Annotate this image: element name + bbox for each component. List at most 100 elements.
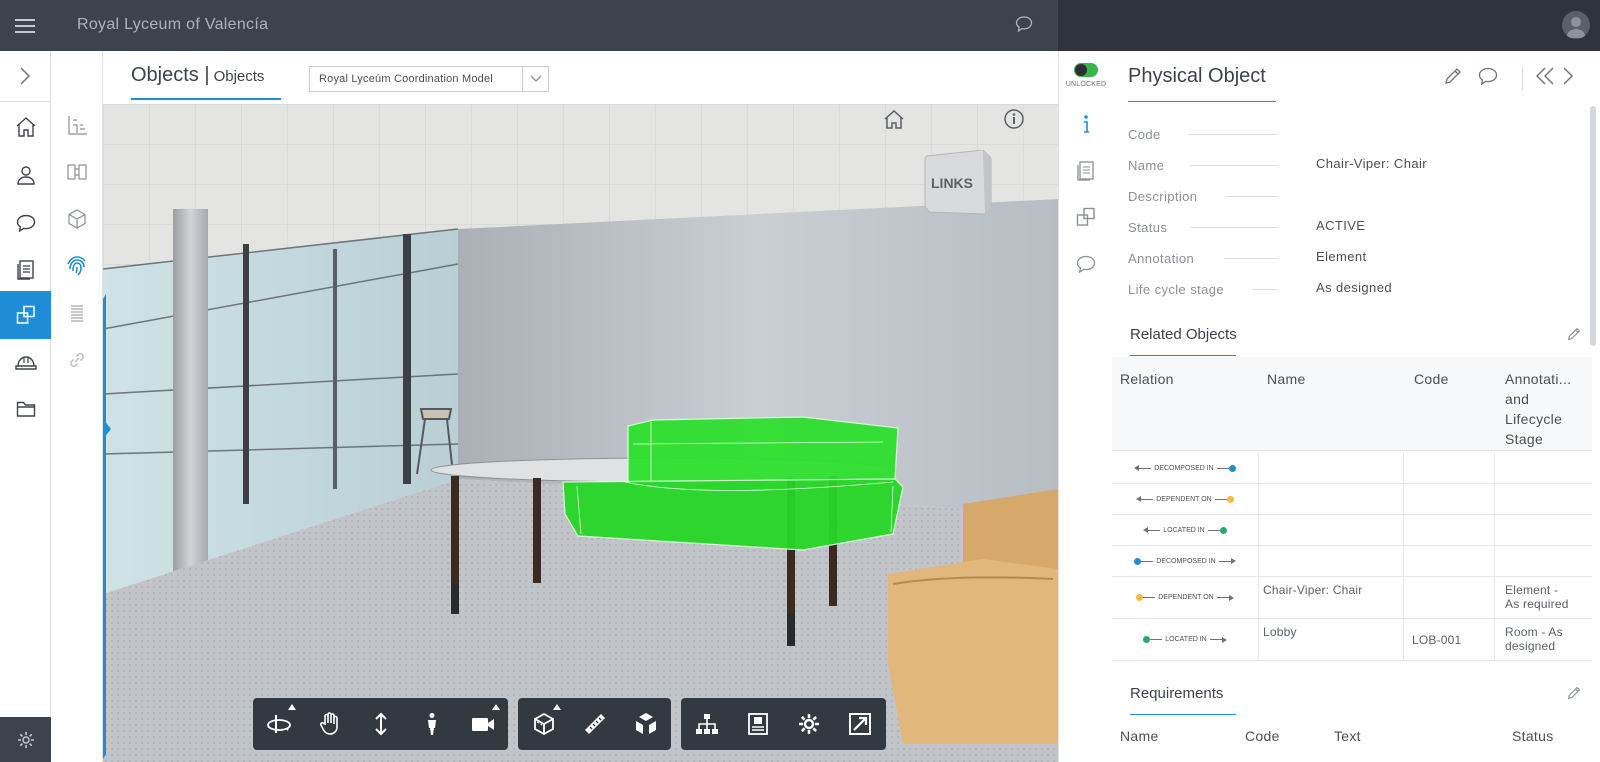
properties-list: Code Name Chair-Viper: Chair Description … bbox=[1128, 119, 1568, 305]
col-name[interactable]: Name bbox=[1267, 369, 1306, 389]
objects-tab-icon[interactable] bbox=[1059, 194, 1113, 240]
home-view-icon[interactable] bbox=[883, 109, 905, 135]
settings-gear-icon[interactable] bbox=[0, 717, 51, 762]
row-code bbox=[1404, 546, 1495, 576]
pan-hand-icon[interactable] bbox=[304, 698, 355, 750]
user-icon[interactable] bbox=[0, 151, 51, 199]
info-icon[interactable] bbox=[1003, 108, 1025, 135]
edit-pencil-icon[interactable] bbox=[1444, 67, 1478, 90]
chevron-down-icon[interactable] bbox=[522, 67, 548, 91]
3d-model-viewer[interactable]: LINKS bbox=[103, 104, 1058, 762]
properties-panel-icon[interactable] bbox=[732, 698, 783, 750]
explode-cubes-icon[interactable] bbox=[620, 698, 671, 750]
objects-icon[interactable] bbox=[0, 291, 51, 339]
list-lines-icon[interactable] bbox=[51, 293, 102, 333]
related-edit-pencil-icon[interactable] bbox=[1567, 327, 1581, 346]
fullscreen-icon[interactable] bbox=[835, 698, 886, 750]
row-annotation: Element - As required bbox=[1495, 577, 1592, 618]
relation-label: DEPENDENT ON bbox=[1156, 495, 1212, 503]
req-col-name[interactable]: Name bbox=[1120, 728, 1159, 744]
info-tab-icon[interactable] bbox=[1059, 101, 1113, 147]
helmet-icon[interactable] bbox=[0, 338, 51, 386]
table-row[interactable]: LOCATED IN bbox=[1112, 515, 1592, 546]
col-annotation-line3: Lifecycle bbox=[1505, 411, 1563, 427]
relation-label: DECOMPOSED IN bbox=[1154, 464, 1214, 472]
user-avatar[interactable] bbox=[1562, 11, 1590, 39]
lock-toggle[interactable] bbox=[1074, 63, 1098, 77]
prop-value: Element bbox=[1316, 249, 1367, 264]
3d-cube-icon[interactable] bbox=[51, 199, 102, 239]
col-annotation-line1: Annotati... bbox=[1505, 371, 1572, 387]
chat-bubble-icon[interactable] bbox=[1015, 16, 1033, 37]
prop-label: Status bbox=[1128, 220, 1168, 235]
relation-badge: DEPENDENT ON bbox=[1136, 594, 1234, 601]
col-annotation[interactable]: Annotati... and Lifecycle Stage bbox=[1505, 369, 1571, 449]
table-row[interactable]: DECOMPOSED IN bbox=[1112, 453, 1592, 484]
table-row[interactable]: DECOMPOSED IN bbox=[1112, 546, 1592, 577]
col-relation[interactable]: Relation bbox=[1120, 369, 1174, 389]
req-col-text[interactable]: Text bbox=[1334, 728, 1361, 744]
next-chevron-icon[interactable] bbox=[1562, 67, 1582, 90]
page-title: Objects | Objects bbox=[131, 64, 265, 86]
related-objects-underline bbox=[1130, 355, 1236, 356]
hamburger-menu-icon[interactable] bbox=[0, 0, 50, 51]
camera-icon[interactable] bbox=[457, 698, 508, 750]
documents-tab-icon[interactable] bbox=[1059, 148, 1113, 194]
req-col-status[interactable]: Status bbox=[1512, 728, 1554, 744]
row-annotation-line2: As required bbox=[1505, 597, 1569, 611]
relation-label: DECOMPOSED IN bbox=[1156, 557, 1216, 565]
compare-icon[interactable] bbox=[51, 152, 102, 192]
row-annotation bbox=[1495, 515, 1592, 545]
page-title-main: Objects bbox=[131, 64, 199, 86]
documents-icon[interactable] bbox=[0, 246, 51, 294]
col-code[interactable]: Code bbox=[1414, 369, 1449, 389]
navigation-toolbar bbox=[253, 698, 508, 750]
home-icon[interactable] bbox=[0, 103, 51, 151]
requirements-title: Requirements bbox=[1130, 685, 1224, 702]
expand-chevron-icon[interactable] bbox=[0, 51, 50, 102]
relation-label: LOCATED IN bbox=[1163, 526, 1205, 534]
model-select-dropdown[interactable]: Royal Lyceúm Coordination Model bbox=[309, 66, 549, 92]
folder-icon[interactable] bbox=[0, 385, 51, 433]
table-row[interactable]: LOCATED IN Lobby LOB-001 Room - As desig… bbox=[1112, 619, 1592, 661]
measure-ruler-icon[interactable] bbox=[569, 698, 620, 750]
relation-badge: DEPENDENT ON bbox=[1136, 495, 1234, 503]
3d-scene[interactable] bbox=[103, 104, 1058, 762]
tools-toolbar bbox=[681, 698, 886, 750]
prop-code: Code bbox=[1128, 119, 1568, 150]
table-row[interactable]: DEPENDENT ON Chair-Viper: Chair Element … bbox=[1112, 577, 1592, 619]
section-box-icon[interactable] bbox=[518, 698, 569, 750]
row-name[interactable]: Chair-Viper: Chair bbox=[1259, 577, 1404, 618]
row-annotation bbox=[1495, 453, 1592, 483]
related-objects-title: Related Objects bbox=[1130, 326, 1237, 343]
hierarchy-tree-icon[interactable] bbox=[51, 105, 102, 145]
fingerprint-icon[interactable] bbox=[51, 246, 102, 286]
top-bar-right bbox=[1058, 0, 1600, 51]
row-name bbox=[1259, 453, 1404, 483]
col-annotation-line4: Stage bbox=[1505, 431, 1544, 447]
prop-lifecycle-stage: Life cycle stage As designed bbox=[1128, 274, 1568, 305]
col-annotation-line2: and bbox=[1505, 391, 1530, 407]
main-navigation-rail bbox=[0, 51, 51, 762]
row-name[interactable]: Lobby bbox=[1259, 619, 1404, 660]
row-name bbox=[1259, 515, 1404, 545]
panel-scrollbar[interactable] bbox=[1590, 106, 1596, 346]
row-code bbox=[1404, 515, 1495, 545]
view-cube[interactable]: LINKS bbox=[923, 149, 993, 221]
chat-icon[interactable] bbox=[0, 199, 51, 247]
comment-icon[interactable] bbox=[1478, 67, 1522, 90]
model-select-value: Royal Lyceúm Coordination Model bbox=[319, 73, 493, 85]
walk-person-icon[interactable] bbox=[406, 698, 457, 750]
settings-gear-tool-icon[interactable] bbox=[784, 698, 835, 750]
comments-tab-icon[interactable] bbox=[1059, 241, 1113, 287]
relation-badge: LOCATED IN bbox=[1143, 526, 1227, 534]
link-chain-icon[interactable] bbox=[51, 340, 102, 380]
prop-value: As designed bbox=[1316, 280, 1392, 295]
req-col-code[interactable]: Code bbox=[1245, 728, 1280, 744]
table-row[interactable]: DEPENDENT ON bbox=[1112, 484, 1592, 515]
model-tree-icon[interactable] bbox=[681, 698, 732, 750]
collapse-double-chevron-icon[interactable] bbox=[1522, 67, 1558, 90]
zoom-vertical-icon[interactable] bbox=[355, 698, 406, 750]
orbit-icon[interactable] bbox=[253, 698, 304, 750]
requirements-edit-pencil-icon[interactable] bbox=[1567, 686, 1581, 705]
